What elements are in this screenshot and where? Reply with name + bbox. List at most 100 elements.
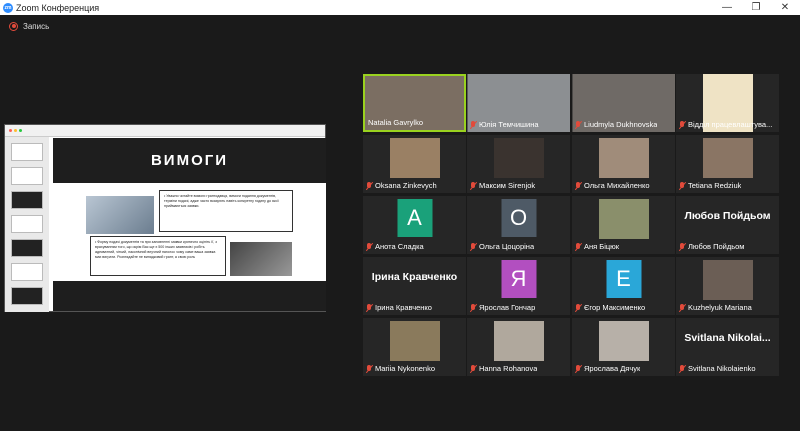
participant-video (702, 138, 753, 178)
participant-tile[interactable]: Natalia Gavrylko (363, 74, 466, 132)
muted-mic-icon (575, 181, 581, 190)
slide-text-top: • Уважно читайте вимоги грантодавця, вим… (159, 190, 293, 232)
thumbnail (11, 167, 43, 185)
participant-name: Максим Sirenjok (470, 181, 535, 190)
participant-tile[interactable]: Oksana Zinkevych (363, 135, 466, 193)
participant-name-text: Ярослав Гончар (479, 303, 536, 312)
participant-video (598, 199, 649, 239)
participant-name: Ярослава Дячук (575, 364, 640, 373)
thumbnail (11, 263, 43, 281)
muted-mic-icon (470, 303, 476, 312)
participant-name: Аня Біцюк (575, 242, 619, 251)
zoom-logo-icon: zm (3, 2, 13, 13)
muted-mic-icon (679, 242, 685, 251)
recording-label: Запись (23, 21, 50, 31)
participant-video (598, 321, 649, 361)
participant-name-text: Svitlana Nikolaienko (688, 364, 756, 373)
participant-tile[interactable]: Максим Sirenjok (467, 135, 570, 193)
avatar-letter: О (501, 199, 536, 237)
participant-name: Ольга Михайленко (575, 181, 650, 190)
avatar-letter: Е (606, 260, 641, 298)
participant-name-text: Oksana Zinkevych (375, 181, 437, 190)
participant-name-text: Аня Біцюк (584, 242, 620, 251)
slide-footer (53, 281, 326, 311)
dot-icon (14, 129, 17, 132)
maximize-icon[interactable]: ❐ (741, 0, 771, 15)
participant-name: Svitlana Nikolaienko (679, 364, 756, 373)
participant-tile[interactable]: Ярослава Дячук (572, 318, 675, 376)
participant-tile[interactable]: Ірина Кравченко Ірина Кравченко (363, 257, 466, 315)
muted-mic-icon (679, 364, 685, 373)
participant-tile[interactable]: Я Ярослав Гончар (467, 257, 570, 315)
participant-tile[interactable]: Liudmyla Dukhnovska (572, 74, 675, 132)
shared-screen[interactable]: ВИМОГИ • Уважно читайте вимоги грантодав… (4, 124, 326, 312)
participant-name: Любов Пойдьом (679, 242, 744, 251)
participant-name-text: Єгор Максименко (584, 303, 646, 312)
participant-tile[interactable]: Kuzhelyuk Mariana (676, 257, 779, 315)
participant-tile[interactable]: Mariia Nykonenko (363, 318, 466, 376)
participant-tile[interactable]: Відділ працевлаштува... (676, 74, 779, 132)
participant-name: Ірина Кравченко (366, 303, 432, 312)
title-bar: zm Zoom Конференция — ❐ ✕ (0, 0, 800, 15)
avatar-letter: Я (501, 260, 536, 298)
participant-name-text: Юлія Темчишина (479, 120, 539, 129)
participant-name: Відділ працевлаштува... (679, 120, 772, 129)
participant-video (389, 138, 440, 178)
muted-mic-icon (679, 120, 685, 129)
recording-icon[interactable] (9, 21, 18, 31)
participant-name: Natalia Gavrylko (368, 118, 423, 127)
muted-mic-icon (575, 303, 581, 312)
muted-mic-icon (366, 303, 372, 312)
participant-display-name: Svitlana Nikolai... (684, 332, 771, 344)
participant-name-text: Kuzhelyuk Mariana (688, 303, 752, 312)
participant-name-text: Ольга Цоцоріна (479, 242, 535, 251)
close-icon[interactable]: ✕ (770, 0, 800, 15)
participant-name: Єгор Максименко (575, 303, 645, 312)
muted-mic-icon (679, 181, 685, 190)
participant-name: Liudmyla Dukhnovska (575, 120, 657, 129)
participant-tile[interactable]: Любов Пойдьом Любов Пойдьом (676, 196, 779, 254)
thumbnail (11, 239, 43, 257)
participant-name-text: Ольга Михайленко (584, 181, 650, 190)
dot-icon (9, 129, 12, 132)
muted-mic-icon (679, 303, 685, 312)
thumbnail (11, 143, 43, 161)
slide-image (86, 196, 154, 234)
muted-mic-icon (366, 242, 372, 251)
window-title: Zoom Конференция (16, 2, 100, 13)
participant-tile[interactable]: Tetiana Redziuk (676, 135, 779, 193)
minimize-icon[interactable]: — (712, 0, 742, 15)
participant-name-text: Максим Sirenjok (479, 181, 536, 190)
participant-tile[interactable]: Hanna Rohanova (467, 318, 570, 376)
participant-name: Ярослав Гончар (470, 303, 535, 312)
participant-name-text: Ірина Кравченко (375, 303, 432, 312)
slide-header: ВИМОГИ (53, 138, 326, 183)
participant-tile[interactable]: Ольга Михайленко (572, 135, 675, 193)
participant-tile[interactable]: Svitlana Nikolai... Svitlana Nikolaienko (676, 318, 779, 376)
muted-mic-icon (470, 242, 476, 251)
viewer-toolbar (5, 125, 325, 137)
participant-tile[interactable]: Е Єгор Максименко (572, 257, 675, 315)
participant-tile[interactable]: Юлія Темчишина (467, 74, 570, 132)
participant-name-text: Mariia Nykonenko (375, 364, 436, 373)
muted-mic-icon (575, 242, 581, 251)
slide: ВИМОГИ • Уважно читайте вимоги грантодав… (53, 138, 326, 311)
participant-name: Юлія Темчишина (470, 120, 539, 129)
participant-video (598, 138, 649, 178)
participant-video (389, 321, 440, 361)
muted-mic-icon (366, 364, 372, 373)
slide-title: ВИМОГИ (150, 152, 229, 169)
muted-mic-icon (470, 364, 476, 373)
participant-name: Hanna Rohanova (470, 364, 537, 373)
participant-tile[interactable]: Аня Біцюк (572, 196, 675, 254)
participant-tile[interactable]: О Ольга Цоцоріна (467, 196, 570, 254)
muted-mic-icon (470, 120, 476, 129)
muted-mic-icon (366, 181, 372, 190)
participant-name-text: Hanna Rohanova (479, 364, 538, 373)
slide-text-bottom: • Форму подачі документів та при заповне… (90, 236, 226, 276)
participant-display-name: Любов Пойдьом (684, 210, 771, 222)
muted-mic-icon (575, 120, 581, 129)
muted-mic-icon (575, 364, 581, 373)
participant-video (493, 321, 544, 361)
participant-tile[interactable]: А Анота Сладка (363, 196, 466, 254)
